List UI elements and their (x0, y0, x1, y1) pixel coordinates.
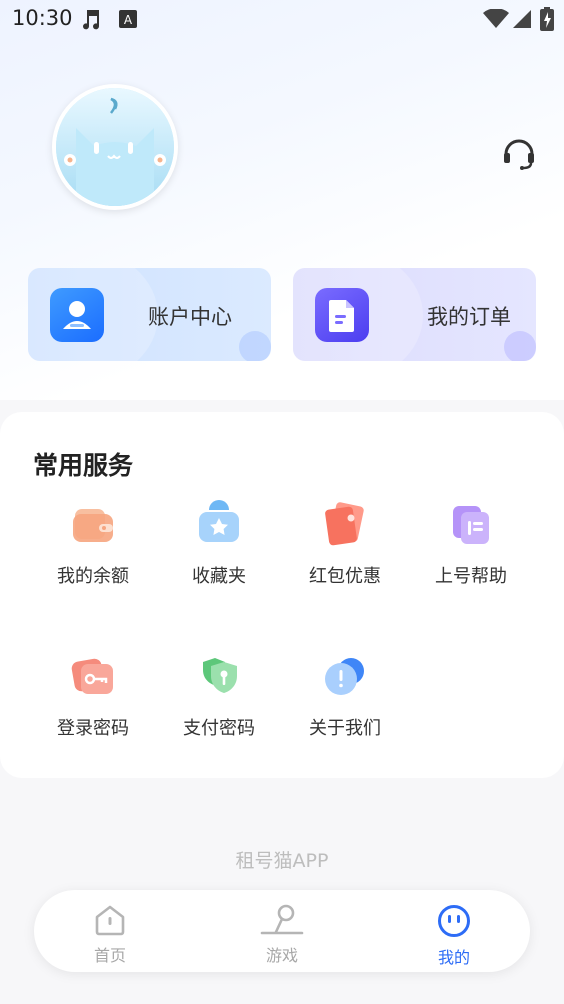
shield-key-icon (203, 658, 237, 693)
card-bubble (504, 331, 536, 361)
red-packet-icon (325, 502, 364, 546)
user-icon (50, 288, 104, 342)
service-payment-password[interactable]: 支付密码 (156, 652, 282, 762)
service-label: 上号帮助 (435, 566, 507, 587)
service-label: 关于我们 (309, 718, 381, 739)
signal-icon (512, 9, 532, 33)
card-bubble (239, 331, 271, 361)
service-red-packet[interactable]: 红包优惠 (282, 500, 408, 610)
tab-home[interactable]: 首页 (50, 890, 170, 972)
document-icon (315, 288, 369, 342)
service-label: 登录密码 (57, 718, 129, 739)
service-label: 收藏夹 (192, 566, 246, 587)
service-about-us[interactable]: 关于我们 (282, 652, 408, 762)
tab-label: 首页 (93, 946, 126, 965)
cat-avatar-icon (56, 88, 174, 206)
service-login-help[interactable]: 上号帮助 (408, 500, 534, 610)
star-folder-icon (199, 500, 239, 542)
wifi-icon (483, 8, 509, 33)
service-favorites[interactable]: 收藏夹 (156, 500, 282, 610)
bottom-tab-bar: 首页 游戏 我的 (34, 890, 530, 972)
keyboard-a-icon: A (118, 9, 138, 33)
headset-icon[interactable] (500, 134, 538, 172)
info-icon (325, 658, 364, 695)
services-title: 常用服务 (33, 451, 134, 480)
battery-charging-icon (540, 7, 554, 35)
service-my-balance[interactable]: 我的余额 (30, 500, 156, 610)
account-center-label: 账户中心 (148, 305, 232, 329)
common-services-panel: 常用服务 我的余额 收藏夹 红包优惠 上号帮助 登录密码 支付密码 关于我们 (0, 412, 564, 778)
tab-label: 游戏 (265, 946, 298, 965)
smile-face-icon (438, 905, 470, 937)
home-icon (95, 905, 125, 936)
svg-text:A: A (124, 13, 133, 27)
profile-avatar[interactable] (52, 84, 178, 210)
service-login-password[interactable]: 登录密码 (30, 652, 156, 762)
status-time: 10:30 (12, 6, 73, 30)
my-orders-card[interactable]: 我的订单 (293, 268, 536, 361)
service-label: 红包优惠 (309, 566, 381, 587)
tab-games[interactable]: 游戏 (222, 890, 342, 972)
account-center-card[interactable]: 账户中心 (28, 268, 271, 361)
tab-label: 我的 (437, 948, 470, 967)
game-icon (260, 904, 304, 935)
wallet-icon (73, 509, 113, 542)
tab-mine[interactable]: 我的 (394, 890, 514, 972)
service-label: 我的余额 (57, 566, 129, 587)
service-label: 支付密码 (183, 718, 255, 739)
app-brand-text: 租号猫APP (235, 850, 329, 872)
help-document-icon (453, 506, 489, 544)
my-orders-label: 我的订单 (427, 305, 511, 329)
status-bar: 10:30 A (0, 0, 564, 40)
key-icon (71, 658, 113, 694)
music-note-icon (80, 8, 104, 36)
